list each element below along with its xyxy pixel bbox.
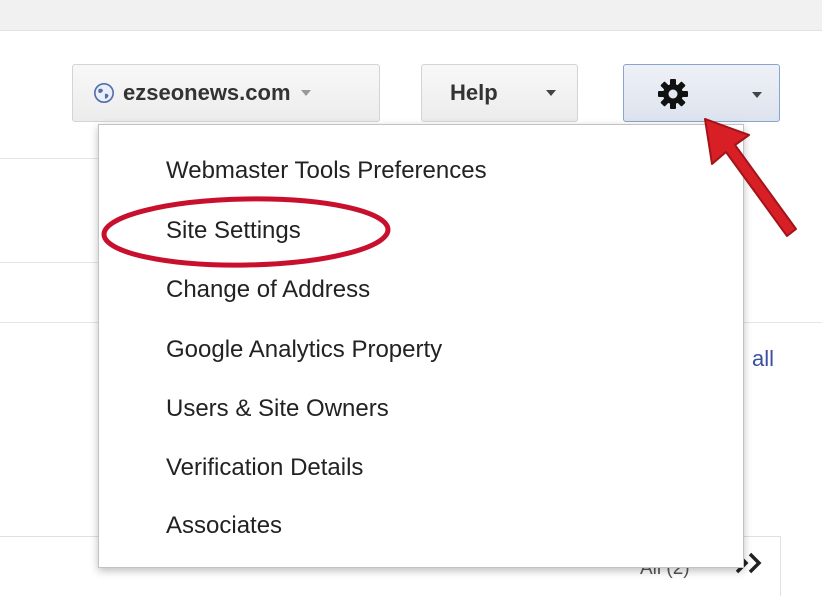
menu-item-site-settings[interactable]: Site Settings	[166, 217, 301, 245]
chevron-down-icon	[300, 90, 311, 96]
menu-item-verification-details[interactable]: Verification Details	[166, 454, 363, 482]
divider	[0, 262, 100, 263]
settings-gear-button[interactable]	[623, 64, 780, 122]
help-label: Help	[450, 80, 498, 105]
menu-item-google-analytics-property[interactable]: Google Analytics Property	[166, 336, 442, 364]
gear-icon	[658, 79, 688, 109]
menu-item-change-of-address[interactable]: Change of Address	[166, 276, 370, 304]
view-all-link[interactable]: all	[752, 346, 774, 372]
chevron-down-icon	[752, 92, 762, 98]
menu-item-users-site-owners[interactable]: Users & Site Owners	[166, 395, 389, 423]
help-button[interactable]: Help	[421, 64, 578, 122]
divider	[0, 158, 100, 159]
site-selector-label: ezseonews.com	[123, 80, 291, 105]
menu-item-webmaster-tools-preferences[interactable]: Webmaster Tools Preferences	[166, 157, 487, 185]
site-selector-button[interactable]: ezseonews.com	[72, 64, 380, 122]
globe-icon	[94, 83, 114, 103]
top-bar	[0, 0, 822, 31]
chevron-down-icon	[545, 90, 556, 96]
settings-dropdown-menu: Webmaster Tools Preferences Site Setting…	[98, 124, 744, 568]
menu-item-associates[interactable]: Associates	[166, 512, 282, 540]
